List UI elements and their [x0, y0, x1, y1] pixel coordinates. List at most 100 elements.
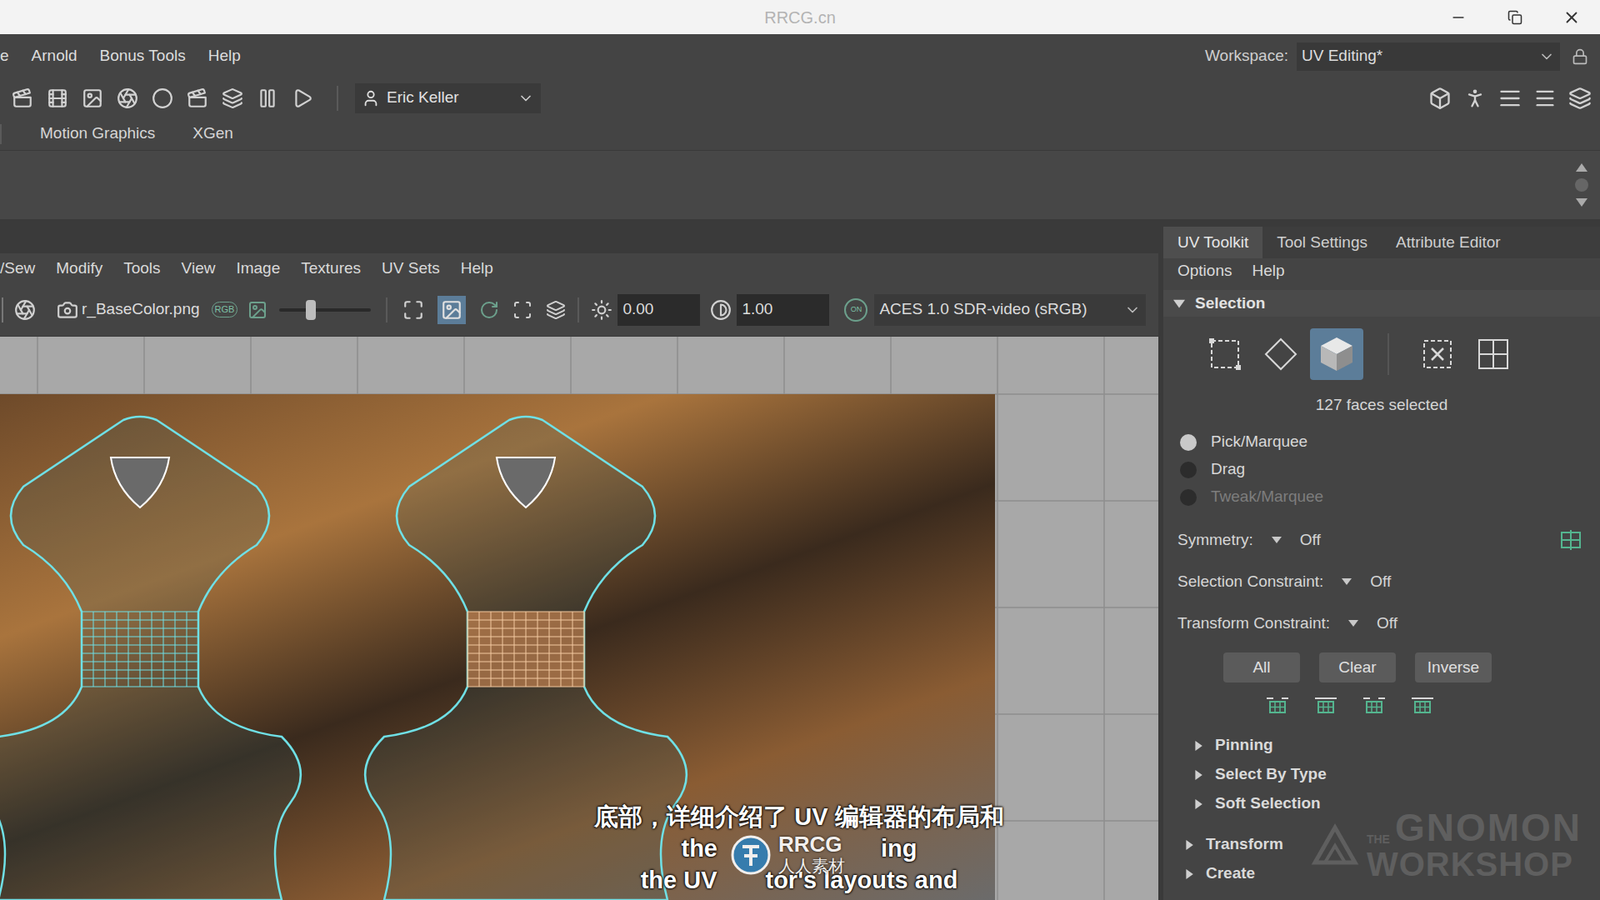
uv-editor: /Sew Modify Tools View Image Textures UV Sets H…: [0, 219, 1159, 900]
render-tool-icon[interactable]: [186, 87, 209, 110]
selection-button[interactable]: All: [1223, 652, 1300, 683]
panel-toggle-icon[interactable]: [1498, 86, 1522, 110]
expand-icon[interactable]: [1193, 799, 1204, 810]
render-tool-icon[interactable]: [151, 87, 174, 110]
shelf-tab[interactable]: Motion Graphics: [40, 121, 155, 146]
minimize-button[interactable]: [1430, 0, 1487, 35]
panel-tab[interactable]: Attribute Editor: [1381, 226, 1515, 259]
selection-radio[interactable]: Drag: [1163, 455, 1600, 484]
constraint-dropdown[interactable]: Off: [1341, 570, 1391, 595]
selection-mode-button[interactable]: [1198, 328, 1252, 380]
panel-menu-item[interactable]: Help: [1251, 259, 1285, 284]
render-tool-icon[interactable]: [11, 87, 34, 110]
render-tool-icon[interactable]: [81, 87, 104, 110]
panel-menu-item[interactable]: Options: [1177, 259, 1232, 284]
gamma-icon[interactable]: [710, 299, 732, 321]
image-name[interactable]: r_BaseColor.png: [81, 297, 200, 322]
panel-toggle-icon[interactable]: [1463, 86, 1487, 110]
selection-mode-button[interactable]: [1254, 328, 1308, 380]
align-icon[interactable]: [1361, 695, 1387, 716]
menu-item[interactable]: Bonus Tools: [100, 44, 186, 69]
dropdown-icon: [1538, 48, 1555, 65]
menu-item[interactable]: Help: [208, 44, 241, 69]
expand-icon[interactable]: [1193, 740, 1204, 751]
menu-item[interactable]: e: [0, 44, 10, 69]
uv-menu-item[interactable]: View: [181, 256, 216, 281]
shelf-scrollbar[interactable]: [1571, 150, 1592, 220]
scroll-down-icon[interactable]: [1575, 198, 1588, 207]
dim-image-icon[interactable]: [247, 300, 268, 320]
expand-icon[interactable]: [1193, 770, 1204, 780]
selection-header[interactable]: Selection: [1163, 290, 1600, 317]
render-tool-icon[interactable]: [256, 87, 279, 110]
uv-canvas[interactable]: 底部，详细介绍了 UV 编辑器的布局和theingthe UVtor's lay…: [0, 336, 1159, 900]
selection-mode-button[interactable]: [1466, 328, 1520, 380]
color-management-toggle[interactable]: ON: [844, 298, 868, 322]
uv-menu-item[interactable]: Tools: [123, 256, 160, 281]
panel-toggle-icon[interactable]: [1533, 86, 1557, 110]
selection-mode-button[interactable]: [1410, 328, 1465, 380]
panel-tab[interactable]: UV Toolkit: [1163, 226, 1263, 259]
align-icon[interactable]: [1410, 695, 1435, 716]
uv-menu-item[interactable]: UV Sets: [381, 256, 440, 281]
user-dropdown[interactable]: Eric Keller: [355, 83, 541, 114]
workspace-dropdown[interactable]: UV Editing*: [1296, 42, 1560, 71]
panel-menu: Options Help: [1163, 258, 1600, 284]
channel-toggle[interactable]: RGB: [211, 301, 239, 318]
edge-mode-icon: [1262, 335, 1300, 373]
shelf-tab[interactable]: XGen: [192, 121, 234, 146]
brightness-slider[interactable]: [279, 300, 371, 320]
render-tool-icon[interactable]: [291, 87, 314, 110]
view-transform-dropdown[interactable]: ACES 1.0 SDR-video (sRGB): [874, 294, 1146, 326]
pixel-snap-icon[interactable]: [402, 299, 425, 321]
uv-menu-item[interactable]: Help: [460, 256, 494, 281]
maya-window: RRCG.cneArnoldBonus ToolsHelpWorkspace:U…: [0, 0, 1600, 900]
face-mode-icon: [1316, 334, 1357, 375]
selection-mode-button[interactable]: [1310, 328, 1364, 380]
psd-icon[interactable]: [545, 300, 566, 320]
menu-item[interactable]: Arnold: [31, 44, 78, 69]
gamma-field[interactable]: 1.00: [736, 294, 830, 326]
checker-icon[interactable]: [512, 300, 533, 320]
panel-tab[interactable]: Tool Settings: [1262, 226, 1382, 259]
render-tool-icon[interactable]: [221, 87, 244, 110]
menu-bar: eArnoldBonus ToolsHelpWorkspace:UV Editi…: [0, 34, 1600, 79]
scroll-up-icon[interactable]: [1575, 163, 1588, 172]
constraint-dropdown[interactable]: Off: [1348, 611, 1398, 636]
uv-menu-item[interactable]: Textures: [300, 256, 361, 281]
align-icon[interactable]: [1265, 695, 1290, 716]
subsection-header[interactable]: Select By Type: [1163, 760, 1600, 790]
uv-menu-item[interactable]: Modify: [55, 256, 103, 281]
exposure-field[interactable]: 0.00: [617, 294, 700, 326]
image-camera-icon[interactable]: [56, 299, 79, 321]
render-tool-icon[interactable]: [116, 87, 139, 110]
constraint-row: Transform Constraint:Off: [1163, 602, 1600, 645]
align-icon[interactable]: [1313, 695, 1339, 716]
symmetry-axis-icon[interactable]: [1560, 529, 1582, 551]
constraint-dropdown[interactable]: Off: [1271, 528, 1321, 553]
uv-menu-item[interactable]: /Sew: [0, 256, 35, 281]
exposure-icon[interactable]: [590, 299, 613, 321]
uv-menu-item[interactable]: Image: [235, 256, 280, 281]
scroll-thumb-icon[interactable]: [1575, 178, 1589, 192]
collapse-icon[interactable]: [1173, 297, 1185, 310]
expand-icon[interactable]: [1184, 869, 1195, 880]
status-toolbar: Eric Keller: [0, 78, 1600, 118]
expand-icon[interactable]: [1184, 840, 1195, 850]
selection-button[interactable]: Clear: [1319, 652, 1396, 683]
selection-status: 127 faces selected: [1163, 390, 1600, 420]
display-image-icon[interactable]: [440, 299, 463, 321]
dropdown-icon: [517, 90, 535, 107]
close-button[interactable]: [1543, 0, 1600, 35]
panel-toggle-icon[interactable]: [1568, 86, 1592, 110]
render-tool-icon[interactable]: [46, 87, 69, 110]
selection-button[interactable]: Inverse: [1415, 652, 1492, 683]
lock-icon[interactable]: [1571, 48, 1589, 65]
selection-radio[interactable]: Pick/Marquee: [1163, 428, 1600, 456]
isolate-icon[interactable]: [14, 299, 36, 321]
restore-button[interactable]: [1486, 0, 1544, 35]
rrcg-logo-icon: [730, 834, 772, 876]
panel-toggle-icon[interactable]: [1428, 86, 1452, 110]
shade-uvs-icon[interactable]: [479, 300, 500, 320]
subsection-header[interactable]: Pinning: [1163, 730, 1600, 760]
